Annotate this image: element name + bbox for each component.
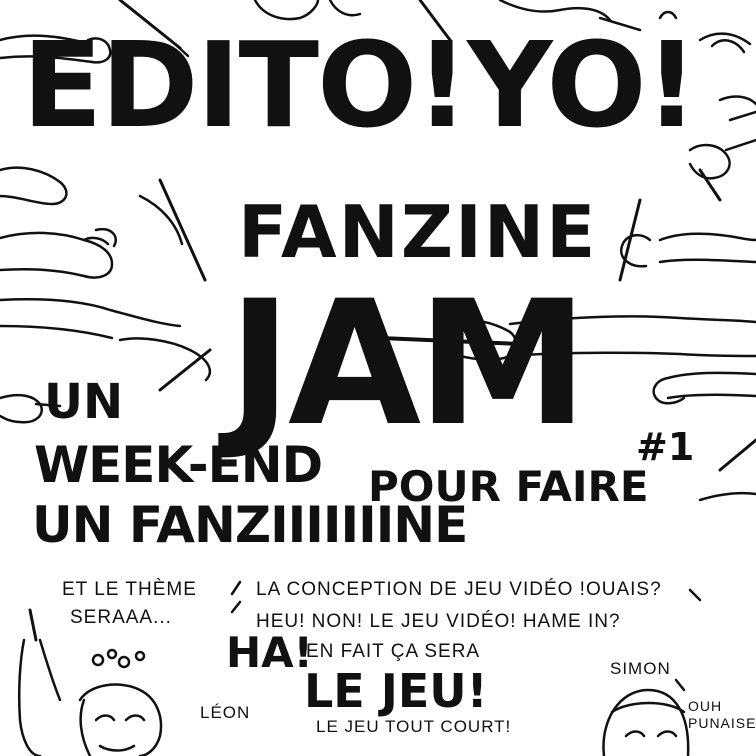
fanzine-poster: EDITO!YO! FANZINE JAM #1 UN WEEK-END POU… xyxy=(0,0,756,756)
simon-character-icon xyxy=(602,678,690,756)
character-label-simon: SIMON xyxy=(610,659,671,678)
edition-number: #1 xyxy=(636,425,695,469)
poster-subtitle: FANZINE xyxy=(238,190,598,274)
character-label-leon: LÉON xyxy=(200,703,251,722)
dialogue-right-line1: LA CONCEPTION DE JEU VIDÉO !OUAIS? xyxy=(256,579,662,600)
leon-character-icon xyxy=(17,608,163,756)
poster-title: EDITO!YO! xyxy=(22,16,698,154)
dialogue-left-line1: ET LE THÈME xyxy=(62,579,197,600)
jam-heading: JAM xyxy=(228,263,588,464)
tagline-line2: WEEK-END xyxy=(34,436,323,494)
dialogue-left-line2: SERAAA... xyxy=(70,607,172,628)
tagline-line4: UN FANZIIIIIIINE xyxy=(32,496,468,554)
tagline-line1: UN xyxy=(44,374,124,430)
dialogue-right-line3: EN FAIT ÇA SERA xyxy=(306,641,481,662)
punchline: LE JEU! xyxy=(304,664,488,718)
simon-reply: OUH PUNAISE xyxy=(688,698,756,731)
dialogue-exclaim: HA! xyxy=(226,628,313,677)
dialogue-footer: LE JEU TOUT COURT! xyxy=(316,717,512,736)
